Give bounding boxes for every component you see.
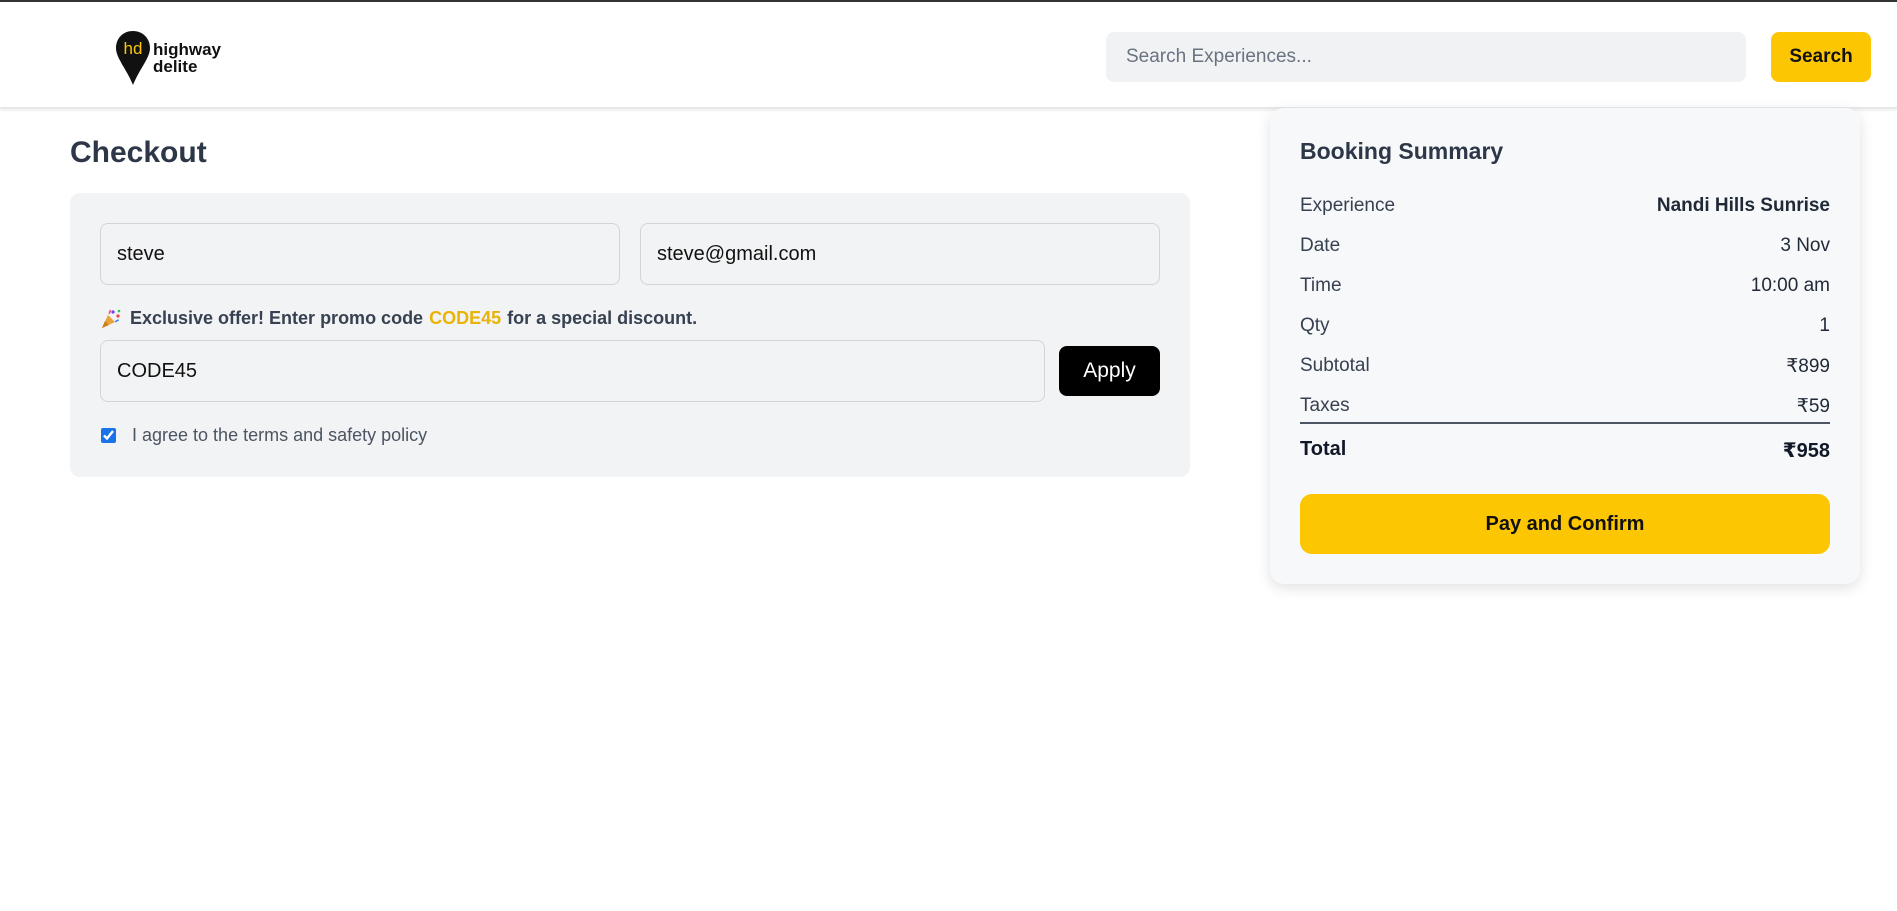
booking-summary-card: Booking Summary Experience Nandi Hills S… (1270, 108, 1860, 584)
apply-promo-button[interactable]: Apply (1059, 346, 1160, 396)
summary-row-qty: Qty 1 (1300, 306, 1830, 346)
summary-row-label: Date (1300, 235, 1341, 256)
brand-name: highway delite (153, 41, 221, 75)
summary-divider (1300, 422, 1830, 424)
summary-row-experience: Experience Nandi Hills Sunrise (1300, 186, 1830, 226)
promo-offer-note: Exclusive offer! Enter promo code CODE45… (100, 308, 697, 329)
terms-checkbox[interactable] (101, 428, 116, 443)
summary-row-subtotal: Subtotal ₹899 (1300, 346, 1830, 386)
brand-name-line2: delite (153, 57, 198, 76)
terms-label: I agree to the terms and safety policy (132, 425, 428, 445)
summary-row-date: Date 3 Nov (1300, 226, 1830, 266)
total-label: Total (1300, 438, 1347, 460)
terms-agreement[interactable]: I agree to the terms and safety policy (101, 425, 427, 446)
summary-row-label: Qty (1300, 315, 1330, 336)
summary-row-time: Time 10:00 am (1300, 266, 1830, 306)
summary-row-label: Experience (1300, 195, 1396, 216)
summary-row-taxes: Taxes ₹59 (1300, 386, 1830, 426)
map-pin-logo-icon: hd (116, 31, 150, 85)
summary-row-value: 3 Nov (1780, 235, 1830, 256)
search-input[interactable] (1106, 32, 1746, 82)
total-value: ₹958 (1782, 440, 1830, 462)
summary-row-label: Taxes (1300, 395, 1350, 416)
promo-note-prefix: Exclusive offer! Enter promo code (130, 308, 424, 328)
page-title: Checkout (70, 136, 207, 169)
summary-row-label: Subtotal (1300, 355, 1370, 376)
promo-code-input[interactable] (100, 340, 1045, 402)
promo-code-highlight: CODE45 (429, 308, 502, 328)
top-navbar: hd highway delite Search (0, 2, 1897, 108)
summary-row-value: 1 (1819, 315, 1830, 336)
checkout-form: Exclusive offer! Enter promo code CODE45… (70, 193, 1190, 477)
full-name-field[interactable] (100, 223, 620, 285)
email-field[interactable] (640, 223, 1160, 285)
party-popper-icon (102, 309, 121, 328)
summary-row-value: ₹59 (1796, 395, 1830, 417)
promo-note-suffix: for a special discount. (507, 308, 698, 328)
summary-title: Booking Summary (1300, 138, 1504, 164)
summary-row-value: ₹899 (1786, 355, 1830, 377)
summary-row-value: Nandi Hills Sunrise (1656, 195, 1830, 216)
summary-row-label: Time (1300, 275, 1342, 296)
brand-logo[interactable]: hd highway delite (115, 30, 221, 86)
summary-total-row: Total ₹958 (1300, 438, 1830, 463)
svg-text:hd: hd (124, 39, 143, 58)
pay-and-confirm-button[interactable]: Pay and Confirm (1300, 494, 1830, 554)
brand-name-line1: highway (153, 40, 222, 59)
search-button[interactable]: Search (1771, 32, 1871, 82)
summary-rows: Experience Nandi Hills Sunrise Date 3 No… (1300, 186, 1830, 426)
summary-row-value: 10:00 am (1750, 275, 1830, 296)
